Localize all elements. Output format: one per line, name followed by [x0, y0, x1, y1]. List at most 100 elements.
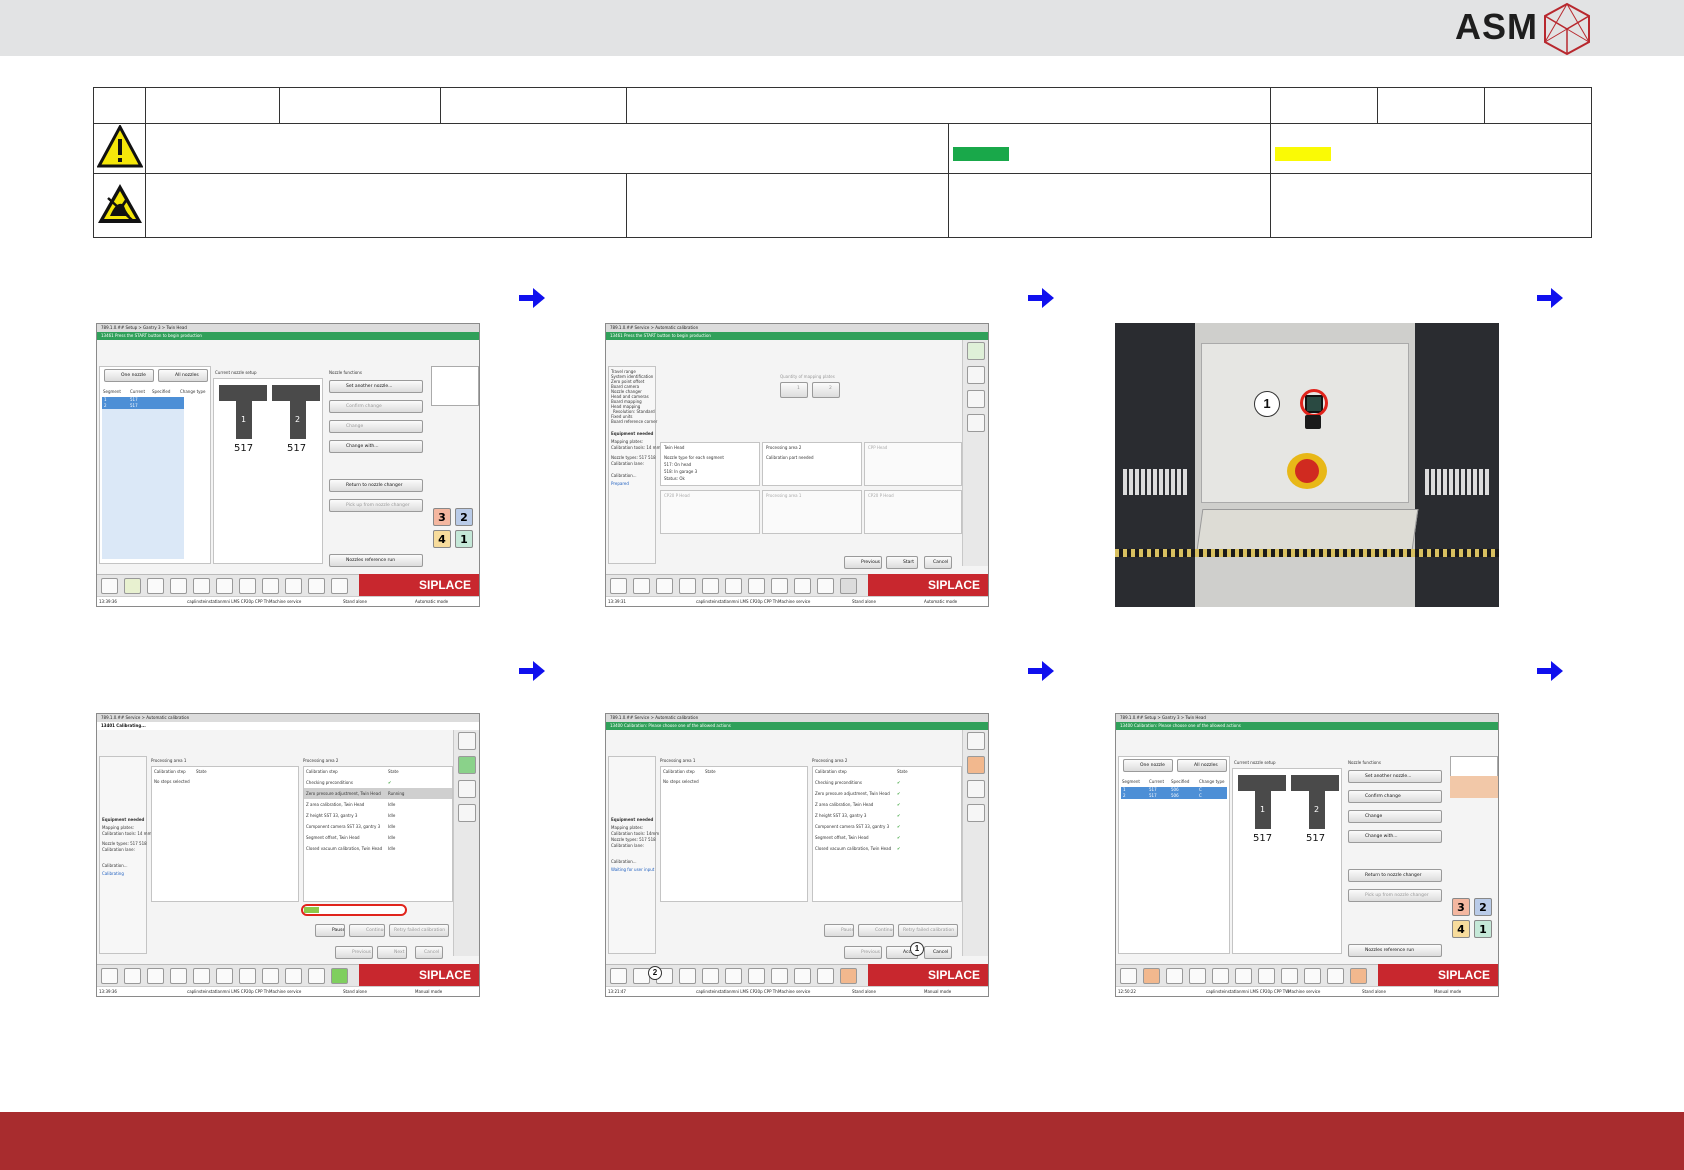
camera-icon[interactable]: [748, 968, 765, 984]
gantry-tile-1[interactable]: 1: [1474, 920, 1492, 938]
book-icon[interactable]: [1212, 968, 1229, 984]
disk-icon[interactable]: [1189, 968, 1206, 984]
one-nozzle-tab[interactable]: One nozzle: [1123, 759, 1173, 772]
all-nozzles-tab[interactable]: All nozzles: [1177, 759, 1227, 772]
move-tool-icon[interactable]: [967, 390, 985, 408]
move-tool-icon[interactable]: [458, 780, 476, 798]
confirm-change-button[interactable]: Confirm change: [329, 400, 423, 413]
table-row[interactable]: Z area calibration, Twin Head Idle: [304, 799, 452, 810]
emergency-stop-button[interactable]: [1295, 459, 1319, 483]
graph-icon[interactable]: [216, 968, 233, 984]
pen-icon[interactable]: [262, 968, 279, 984]
tool-icon[interactable]: [458, 732, 476, 750]
graph-icon[interactable]: [216, 578, 233, 594]
table-row[interactable]: Z height SST 33, gantry 3 Idle: [304, 810, 452, 821]
cancel-button[interactable]: Cancel: [415, 946, 443, 959]
disk-icon[interactable]: [679, 968, 696, 984]
machine-icon[interactable]: [101, 578, 118, 594]
disk-icon[interactable]: [170, 968, 187, 984]
pen-icon[interactable]: [262, 578, 279, 594]
continue-button[interactable]: Continue: [858, 924, 894, 937]
camera-icon[interactable]: [748, 578, 765, 594]
table-row[interactable]: Z area calibration, Twin Head ✔: [813, 799, 961, 810]
return-to-nozzle-changer-button[interactable]: Return to nozzle changer: [1348, 869, 1442, 882]
gears-icon[interactable]: [285, 578, 302, 594]
camera-icon[interactable]: [1258, 968, 1275, 984]
machine-icon[interactable]: [101, 968, 118, 984]
gears-icon[interactable]: [794, 968, 811, 984]
chart-icon[interactable]: [147, 578, 164, 594]
previous-button[interactable]: Previous: [844, 556, 882, 569]
book-icon[interactable]: [702, 968, 719, 984]
feeder-icon[interactable]: [308, 968, 325, 984]
change-with-button[interactable]: Change with...: [329, 440, 423, 453]
return-to-nozzle-changer-button[interactable]: Return to nozzle changer: [329, 479, 423, 492]
wrench-icon[interactable]: [331, 578, 348, 594]
gantry-tile-3[interactable]: 3: [433, 508, 451, 526]
pen-icon[interactable]: [771, 968, 788, 984]
table-row[interactable]: 2 517 506 C: [1121, 793, 1227, 799]
calc-tool-icon[interactable]: [967, 414, 985, 432]
table-row[interactable]: Segment offset, Twin Head ✔: [813, 832, 961, 843]
graph-icon[interactable]: [725, 578, 742, 594]
grid-icon[interactable]: [1143, 968, 1160, 984]
graph-icon[interactable]: [1235, 968, 1252, 984]
set-another-nozzle-button[interactable]: Set another nozzle...: [1348, 770, 1442, 783]
gears-icon[interactable]: [1304, 968, 1321, 984]
gantry-tile-3[interactable]: 3: [1452, 898, 1470, 916]
cancel-button[interactable]: Cancel: [924, 556, 952, 569]
gantry-tile-1[interactable]: 1: [455, 530, 473, 548]
mapping-option-1[interactable]: 1: [780, 382, 808, 398]
tool-icon[interactable]: [967, 732, 985, 750]
nozzles-reference-run-button[interactable]: Nozzles reference run: [1348, 944, 1442, 957]
calc-tool-icon[interactable]: [458, 804, 476, 822]
start-button[interactable]: Start: [886, 556, 918, 569]
change-with-button[interactable]: Change with...: [1348, 830, 1442, 843]
tool-icon[interactable]: [967, 342, 985, 360]
machine-icon[interactable]: [1120, 968, 1137, 984]
book-icon[interactable]: [702, 578, 719, 594]
camera-icon[interactable]: [239, 968, 256, 984]
retry-failed-calibration-button[interactable]: Retry failed calibration: [389, 924, 449, 937]
feeder-icon[interactable]: [308, 578, 325, 594]
move-tool-icon[interactable]: [967, 780, 985, 798]
cancel-button[interactable]: Cancel: [924, 946, 952, 959]
wrench-icon[interactable]: [840, 968, 857, 984]
pen-icon[interactable]: [1281, 968, 1298, 984]
table-row[interactable]: Zero pressure adjustment, Twin Head ✔: [813, 788, 961, 799]
confirm-change-button[interactable]: Confirm change: [1348, 790, 1442, 803]
calc-tool-icon[interactable]: [967, 804, 985, 822]
gears-icon[interactable]: [285, 968, 302, 984]
wrench-icon[interactable]: [331, 968, 348, 984]
disk-icon[interactable]: [170, 578, 187, 594]
gantry-tile-2[interactable]: 2: [1474, 898, 1492, 916]
gantry-tile-4[interactable]: 4: [1452, 920, 1470, 938]
wrench-icon[interactable]: [1350, 968, 1367, 984]
table-row[interactable]: Zero pressure adjustment, Twin Head Runni…: [304, 788, 452, 799]
pick-up-from-nozzle-changer-button[interactable]: Pick up from nozzle changer: [329, 499, 423, 512]
nozzle-tab[interactable]: [431, 366, 479, 406]
table-row[interactable]: Segment offset, Twin Head Idle: [304, 832, 452, 843]
book-icon[interactable]: [193, 968, 210, 984]
gears-icon[interactable]: [794, 578, 811, 594]
all-nozzles-tab[interactable]: All nozzles: [158, 369, 208, 382]
pick-up-from-nozzle-changer-button[interactable]: Pick up from nozzle changer: [1348, 889, 1442, 902]
nozzle-tool-icon[interactable]: [967, 756, 985, 774]
nozzle-tool-icon[interactable]: [458, 756, 476, 774]
gantry-tile-2[interactable]: 2: [455, 508, 473, 526]
grid-icon[interactable]: [124, 578, 141, 594]
wrench-icon[interactable]: [840, 578, 857, 594]
pen-icon[interactable]: [771, 578, 788, 594]
machine-icon[interactable]: [610, 968, 627, 984]
camera-icon[interactable]: [239, 578, 256, 594]
machine-icon[interactable]: [610, 578, 627, 594]
feeder-icon[interactable]: [1327, 968, 1344, 984]
table-row[interactable]: Component camera SST 33, gantry 3 ✔: [813, 821, 961, 832]
book-icon[interactable]: [193, 578, 210, 594]
set-another-nozzle-button[interactable]: Set another nozzle...: [329, 380, 423, 393]
feeder-icon[interactable]: [817, 968, 834, 984]
previous-button[interactable]: Previous: [844, 946, 882, 959]
pause-button[interactable]: Pause: [824, 924, 854, 937]
change-button[interactable]: Change: [329, 420, 423, 433]
chart-icon[interactable]: [1166, 968, 1183, 984]
